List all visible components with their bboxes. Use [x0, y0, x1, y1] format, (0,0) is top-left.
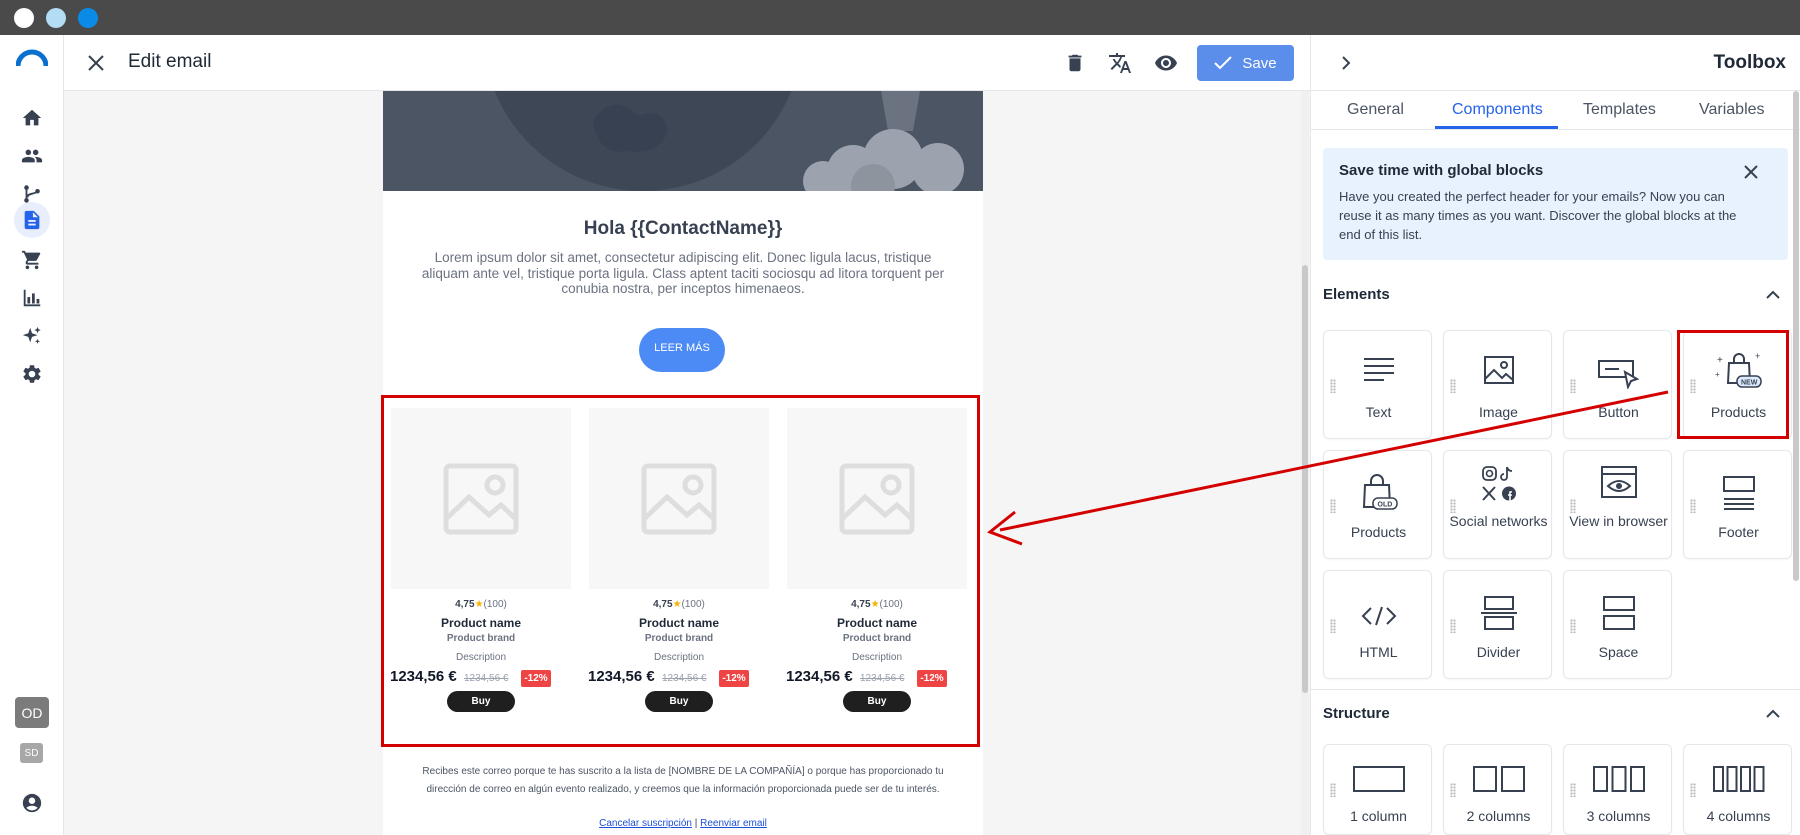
annotation-arrow: [987, 390, 1669, 546]
